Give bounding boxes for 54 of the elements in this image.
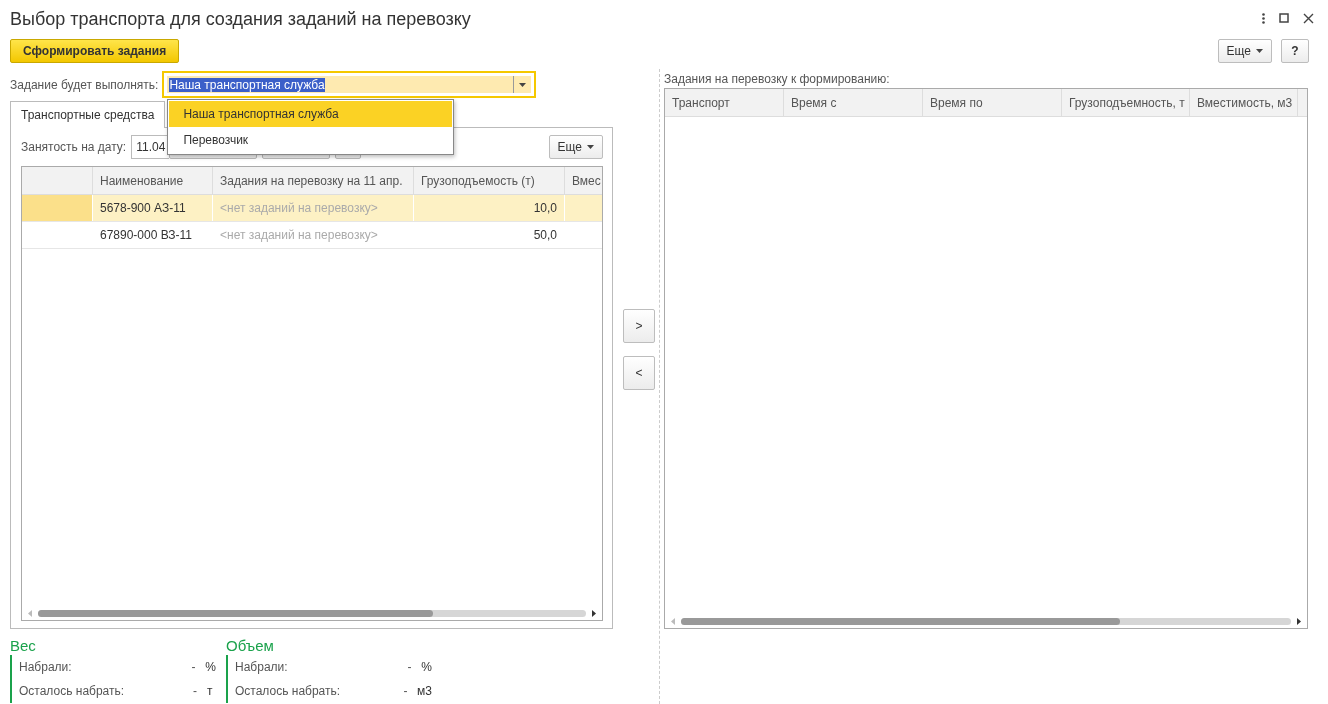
scroll-right-icon[interactable] — [1297, 617, 1301, 625]
table-cell-text: 67890-000 ВЗ-11 — [99, 227, 194, 244]
total-value: - — [193, 684, 198, 698]
maximize-icon[interactable] — [1279, 13, 1289, 23]
scroll-right-icon[interactable] — [592, 609, 596, 617]
column-header[interactable]: Грузоподъемость (т) — [414, 167, 565, 194]
table-cell: 10,0 — [414, 195, 565, 221]
caret-icon — [519, 82, 527, 87]
total-value: - — [407, 660, 413, 674]
executor-combo[interactable]: Наша транспортная служба — [162, 71, 537, 98]
table-label: Задания на перевозку к формированию: — [664, 71, 891, 88]
column-header[interactable]: Наименование — [93, 167, 213, 194]
total-unit: % — [421, 660, 432, 674]
field-label: Занятость на дату: — [21, 140, 127, 154]
column-header[interactable]: Вмес — [565, 167, 602, 194]
total-label: Осталось набрать: — [235, 684, 342, 698]
caret-icon — [587, 145, 594, 149]
column-header[interactable]: Время с — [784, 89, 923, 116]
date-field[interactable]: 11.04 — [131, 135, 170, 159]
total-label: Набрали: — [235, 660, 289, 674]
table-cell: <нет заданий на перевозку> — [213, 195, 414, 221]
move-button[interactable]: < — [623, 356, 655, 390]
dropdown-option[interactable]: Наша транспортная служба — [169, 101, 453, 127]
column-header[interactable]: Вместимость, м3 — [1190, 89, 1298, 116]
table-cell-text: <нет заданий на перевозку> — [219, 227, 379, 244]
total-unit: т — [207, 684, 213, 698]
column-header[interactable]: Время по — [923, 89, 1062, 116]
total-unit: м3 — [417, 684, 432, 698]
column-header[interactable]: Грузоподъемность, т — [1062, 89, 1190, 116]
create-tasks-button[interactable]: Сформировать задания — [10, 38, 180, 63]
help-button[interactable]: ? — [1281, 38, 1309, 63]
total-label: Набрали: — [19, 660, 73, 674]
more-button[interactable]: Еще — [548, 135, 603, 159]
field-label: Задание будет выполнять: — [10, 77, 159, 92]
total-value: - — [191, 660, 197, 674]
group-title: Вес — [10, 637, 37, 655]
caret-icon — [1256, 48, 1263, 53]
tab[interactable]: Транспортные средства — [10, 101, 166, 128]
group-title: Объем — [226, 637, 275, 655]
column-header[interactable]: Задания на перевозку на 11 апр. — [213, 167, 414, 194]
move-button[interactable]: > — [623, 309, 655, 343]
horizontal-scrollbar[interactable] — [681, 617, 1291, 625]
window-title: Выбор транспорта для создания заданий на перевозку — [10, 7, 471, 30]
more-button[interactable]: Еще — [1217, 38, 1272, 63]
total-value: - — [403, 684, 409, 698]
table-cell: 5678-900 АЗ-11 — [93, 195, 213, 221]
total-unit: % — [205, 660, 216, 674]
horizontal-scrollbar[interactable] — [38, 609, 586, 617]
table-cell-text: 50,0 — [532, 227, 558, 244]
more-icon[interactable] — [1262, 12, 1265, 24]
close-icon[interactable] — [1303, 12, 1314, 24]
column-header[interactable]: Транспорт — [665, 89, 784, 116]
table-row[interactable]: 5678-900 АЗ-11 <нет заданий на перевозку> 10,0 — [22, 195, 602, 222]
total-label: Осталось набрать: — [19, 684, 126, 698]
